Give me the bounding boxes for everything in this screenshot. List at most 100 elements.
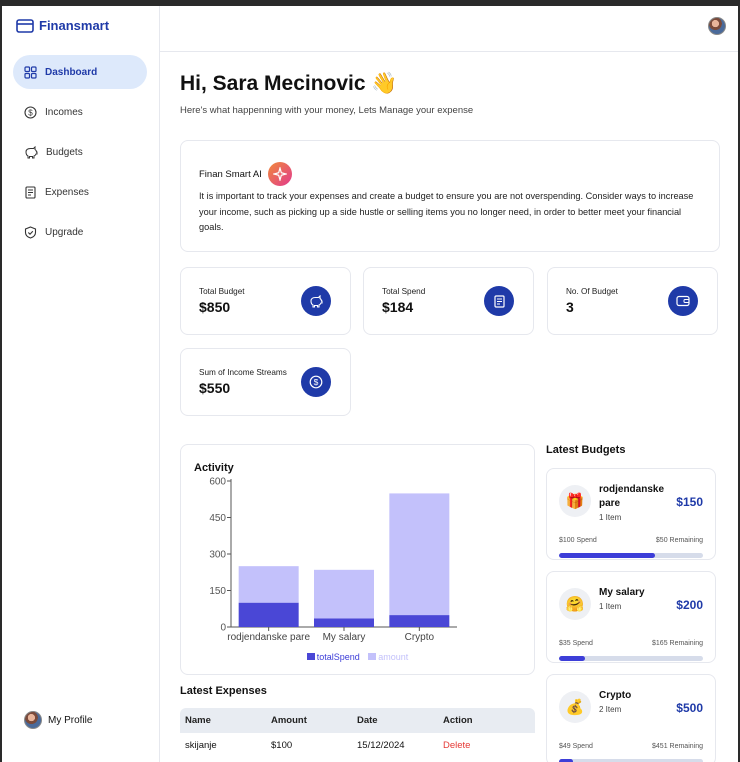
column-header: Amount [266, 708, 352, 733]
budget-progress-bar [559, 553, 703, 558]
dollar-circle-icon: $ [24, 105, 37, 119]
latest-expenses-title: Latest Expenses [180, 685, 267, 697]
receipt-icon [484, 286, 514, 316]
budget-amount: $150 [676, 495, 703, 509]
y-tick-label: 450 [209, 513, 226, 524]
bar-amount [314, 569, 374, 619]
column-header: Name [180, 708, 266, 733]
piggy-bank-icon [25, 145, 38, 158]
x-tick-label: Crypto [405, 632, 435, 643]
budget-remaining: $165 Remaining [652, 640, 703, 647]
stat-card-income-streams: Sum of Income Streams $550 $ [180, 348, 351, 416]
table-header-row: Name Amount Date Action [180, 708, 535, 733]
topbar [160, 6, 738, 52]
y-tick-label: 600 [209, 477, 226, 488]
budget-item-count: 2 Item [599, 705, 622, 714]
sidebar-nav: Dashboard $ Incomes Budgets Expenses Upg… [13, 55, 147, 255]
sparkle-icon [267, 162, 292, 186]
budget-item-count: 1 Item [599, 513, 622, 522]
logo[interactable]: Finansmart [16, 18, 109, 33]
sidebar-item-expenses[interactable]: Expenses [13, 175, 147, 209]
svg-text:$: $ [28, 108, 33, 117]
stat-card-budget-count: No. Of Budget 3 [547, 267, 718, 335]
budget-card-my-salary[interactable]: 🤗 My salary 1 Item $200 $35 Spend $165 Re… [546, 571, 716, 663]
legend-item-total-spend[interactable]: totalSpend [306, 652, 360, 662]
dashboard-icon [24, 65, 37, 79]
y-tick-label: 0 [220, 623, 226, 634]
sidebar-item-incomes[interactable]: $ Incomes [13, 95, 147, 129]
sidebar-item-upgrade[interactable]: Upgrade [13, 215, 147, 249]
svg-text:$: $ [314, 377, 319, 387]
budget-card-crypto[interactable]: 💰 Crypto 2 Item $500 $49 Spend $451 Remai… [546, 674, 716, 762]
column-header: Action [438, 708, 535, 733]
app-window: Finansmart Dashboard $ Incomes Budgets E… [2, 6, 738, 762]
sidebar: Finansmart Dashboard $ Incomes Budgets E… [2, 6, 160, 762]
expense-amount: $100 [271, 740, 293, 751]
ai-title: Finan Smart AI [199, 162, 292, 186]
stat-value: 3 [566, 299, 574, 315]
budget-amount: $500 [676, 701, 703, 715]
stat-label: No. Of Budget [566, 287, 618, 296]
y-tick-label: 300 [209, 550, 226, 561]
budget-emoji: 💰 [559, 691, 591, 723]
budget-remaining: $50 Remaining [655, 537, 703, 544]
budget-progress-bar [559, 656, 703, 661]
receipt-icon [25, 185, 36, 199]
latest-budgets-title: Latest Budgets [546, 444, 626, 456]
x-tick-label: My salary [323, 632, 366, 643]
sidebar-item-dashboard[interactable]: Dashboard [13, 55, 147, 89]
page-title: Hi, Sara Mecinovic 👋 [180, 72, 398, 95]
piggy-bank-icon [301, 286, 331, 316]
sidebar-item-budgets[interactable]: Budgets [13, 135, 147, 169]
budget-spend: $100 Spend [559, 537, 597, 544]
sidebar-item-label: Dashboard [45, 66, 98, 78]
avatar [24, 711, 42, 729]
bar-totalspend [238, 602, 299, 627]
budget-progress-fill [559, 553, 656, 558]
budget-name: My salary 1 Item [599, 586, 674, 614]
chart-legend: totalSpend amount [181, 652, 534, 662]
bar-totalspend [314, 618, 374, 627]
legend-label: totalSpend [316, 652, 360, 662]
sidebar-item-label: Budgets [46, 146, 83, 158]
table-row: skijanje $100 15/12/2024 Delete [180, 733, 535, 758]
activity-chart: 0 150 300 450 600 rodjendanske pare My salary C… [209, 477, 457, 643]
column-header: Date [352, 708, 438, 733]
stat-card-total-spend: Total Spend $184 [363, 267, 534, 335]
bar-totalspend [389, 615, 450, 627]
budget-card-rodjendanske-pare[interactable]: 🎁 rodjendanske pare 1 Item $150 $100 Spen… [546, 468, 716, 560]
expense-name: skijanje [185, 740, 217, 751]
stat-value: $850 [199, 299, 231, 315]
bar-amount [389, 493, 450, 616]
activity-chart-card: Activity 0 150 300 450 600 rodjendanske pare M… [180, 444, 535, 675]
budget-emoji: 🎁 [559, 485, 591, 517]
y-tick-label: 150 [209, 586, 226, 597]
credit-card-icon [16, 18, 34, 33]
ai-text: It is important to track your expenses a… [199, 191, 694, 232]
budget-spend: $35 Spend [559, 640, 593, 647]
user-avatar[interactable] [708, 17, 726, 35]
wallet-icon [668, 286, 698, 316]
sidebar-item-label: Expenses [45, 186, 89, 198]
stat-label: Total Budget [199, 287, 245, 296]
legend-item-amount[interactable]: amount [368, 652, 408, 662]
stat-label: Sum of Income Streams [199, 368, 287, 377]
budget-name: Crypto 2 Item [599, 689, 674, 717]
budget-name-text: Crypto [599, 690, 632, 701]
expense-date: 15/12/2024 [357, 740, 405, 751]
bar-amount [238, 566, 299, 603]
my-profile-link[interactable]: My Profile [24, 711, 92, 729]
legend-label: amount [378, 652, 409, 662]
budget-name: rodjendanske pare 1 Item [599, 483, 674, 525]
sidebar-item-label: Upgrade [45, 226, 84, 238]
legend-swatch [368, 653, 377, 660]
budget-list: 🎁 rodjendanske pare 1 Item $150 $100 Spen… [546, 468, 718, 762]
budget-emoji: 🤗 [559, 588, 591, 620]
stat-card-total-budget: Total Budget $850 [180, 267, 351, 335]
budget-remaining: $451 Remaining [652, 743, 703, 750]
stat-label: Total Spend [382, 287, 426, 296]
delete-button[interactable]: Delete [438, 733, 535, 758]
dollar-circle-icon: $ [301, 367, 331, 397]
stat-value: $550 [199, 380, 231, 396]
budget-name-text: rodjendanske pare [599, 484, 665, 509]
